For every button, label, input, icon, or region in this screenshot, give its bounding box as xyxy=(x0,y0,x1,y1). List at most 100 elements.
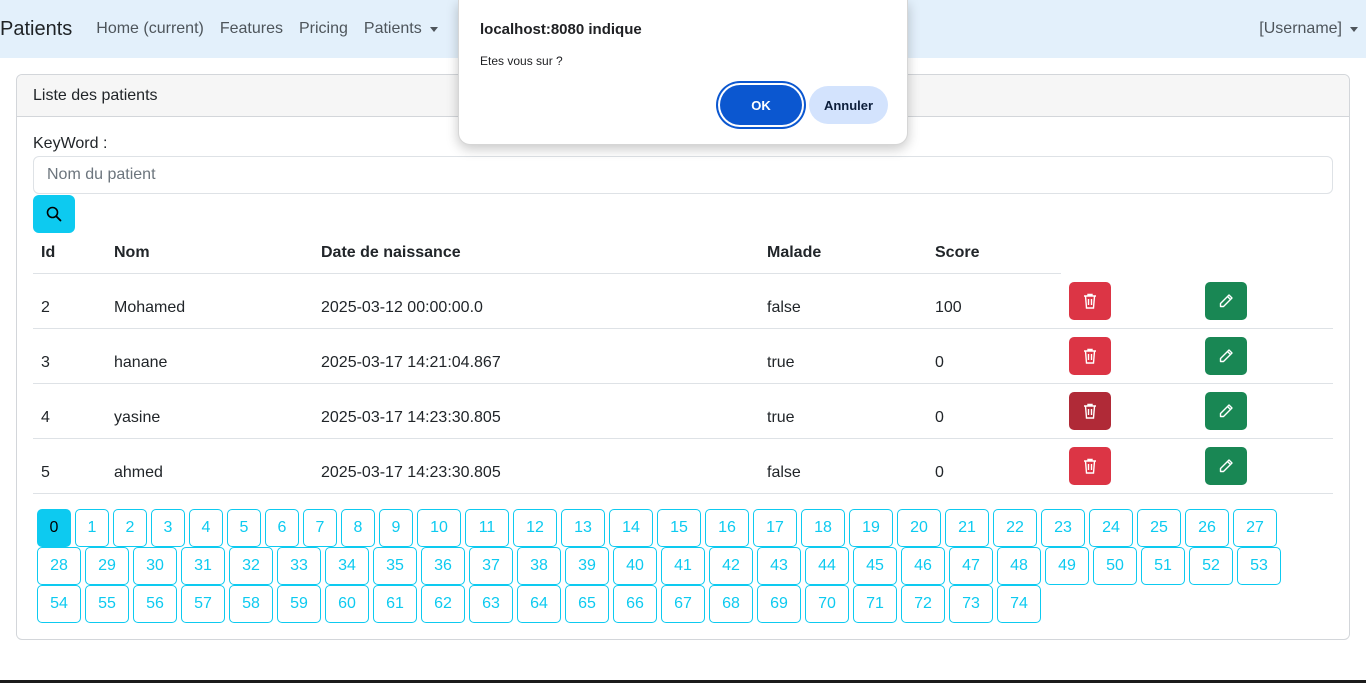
trash-icon xyxy=(1084,403,1096,419)
page-button[interactable]: 63 xyxy=(469,585,513,623)
nav-home[interactable]: Home (current) xyxy=(88,20,212,38)
page-button[interactable]: 44 xyxy=(805,547,849,585)
page-button[interactable]: 49 xyxy=(1045,547,1089,585)
page-button[interactable]: 47 xyxy=(949,547,993,585)
page-button[interactable]: 72 xyxy=(901,585,945,623)
edit-button[interactable] xyxy=(1205,446,1247,485)
page-button[interactable]: 8 xyxy=(341,509,375,547)
page-button[interactable]: 43 xyxy=(757,547,801,585)
cell-id: 5 xyxy=(41,463,50,481)
page-button[interactable]: 35 xyxy=(373,547,417,585)
page-button[interactable]: 27 xyxy=(1233,509,1277,547)
page-button[interactable]: 4 xyxy=(189,509,223,547)
page-button[interactable]: 71 xyxy=(853,585,897,623)
page-button[interactable]: 51 xyxy=(1141,547,1185,585)
page-button[interactable]: 20 xyxy=(897,509,941,547)
page-button[interactable]: 17 xyxy=(753,509,797,547)
page-button[interactable]: 28 xyxy=(37,547,81,585)
page-button[interactable]: 24 xyxy=(1089,509,1133,547)
page-button[interactable]: 69 xyxy=(757,585,801,623)
page-button[interactable]: 53 xyxy=(1237,547,1281,585)
page-button[interactable]: 34 xyxy=(325,547,369,585)
page-button[interactable]: 37 xyxy=(469,547,513,585)
nav-features[interactable]: Features xyxy=(212,20,291,38)
page-button[interactable]: 11 xyxy=(465,509,509,547)
page-button[interactable]: 31 xyxy=(181,547,225,585)
page-button[interactable]: 67 xyxy=(661,585,705,623)
page-button[interactable]: 9 xyxy=(379,509,413,547)
page-button[interactable]: 23 xyxy=(1041,509,1085,547)
page-button[interactable]: 48 xyxy=(997,547,1041,585)
page-button[interactable]: 42 xyxy=(709,547,753,585)
delete-button[interactable] xyxy=(1069,446,1111,485)
page-button[interactable]: 64 xyxy=(517,585,561,623)
page-button[interactable]: 6 xyxy=(265,509,299,547)
search-button[interactable] xyxy=(33,195,75,233)
page-button[interactable]: 65 xyxy=(565,585,609,623)
page-button[interactable]: 22 xyxy=(993,509,1037,547)
patients-table: Id Nom Date de naissance Malade Score 2 … xyxy=(33,233,1333,494)
delete-button[interactable] xyxy=(1069,281,1111,320)
page-button[interactable]: 12 xyxy=(513,509,557,547)
page-button[interactable]: 15 xyxy=(657,509,701,547)
page-button[interactable]: 61 xyxy=(373,585,417,623)
page-button[interactable]: 13 xyxy=(561,509,605,547)
page-button[interactable]: 68 xyxy=(709,585,753,623)
page-button[interactable]: 73 xyxy=(949,585,993,623)
page-button[interactable]: 50 xyxy=(1093,547,1137,585)
page-button[interactable]: 16 xyxy=(705,509,749,547)
page-button[interactable]: 14 xyxy=(609,509,653,547)
delete-button[interactable] xyxy=(1069,391,1111,430)
page-button[interactable]: 1 xyxy=(75,509,109,547)
page-button[interactable]: 21 xyxy=(945,509,989,547)
delete-button[interactable] xyxy=(1069,336,1111,375)
page-button[interactable]: 55 xyxy=(85,585,129,623)
page-button[interactable]: 52 xyxy=(1189,547,1233,585)
page-button[interactable]: 0 xyxy=(37,509,71,547)
page-button[interactable]: 18 xyxy=(801,509,845,547)
edit-button[interactable] xyxy=(1205,281,1247,320)
page-button[interactable]: 74 xyxy=(997,585,1041,623)
page-button[interactable]: 39 xyxy=(565,547,609,585)
cell-nom: ahmed xyxy=(114,463,163,481)
page-button[interactable]: 40 xyxy=(613,547,657,585)
page-button[interactable]: 30 xyxy=(133,547,177,585)
page-button[interactable]: 58 xyxy=(229,585,273,623)
page-button[interactable]: 57 xyxy=(181,585,225,623)
edit-button[interactable] xyxy=(1205,336,1247,375)
cell-delete xyxy=(1061,328,1197,383)
page-button[interactable]: 70 xyxy=(805,585,849,623)
page-button[interactable]: 66 xyxy=(613,585,657,623)
page-button[interactable]: 3 xyxy=(151,509,185,547)
page-button[interactable]: 38 xyxy=(517,547,561,585)
page-button[interactable]: 7 xyxy=(303,509,337,547)
user-dropdown[interactable]: [Username] xyxy=(1259,0,1358,58)
search-input[interactable] xyxy=(33,156,1333,194)
nav-patients-dropdown[interactable]: Patients xyxy=(356,20,446,38)
nav-pricing[interactable]: Pricing xyxy=(291,20,356,38)
page-button[interactable]: 19 xyxy=(849,509,893,547)
page-button[interactable]: 46 xyxy=(901,547,945,585)
trash-icon xyxy=(1084,293,1096,309)
page-button[interactable]: 26 xyxy=(1185,509,1229,547)
page-button[interactable]: 2 xyxy=(113,509,147,547)
page-button[interactable]: 36 xyxy=(421,547,465,585)
page-button[interactable]: 10 xyxy=(417,509,461,547)
col-malade: Malade xyxy=(767,243,822,261)
page-button[interactable]: 54 xyxy=(37,585,81,623)
page-button[interactable]: 29 xyxy=(85,547,129,585)
edit-button[interactable] xyxy=(1205,391,1247,430)
page-button[interactable]: 60 xyxy=(325,585,369,623)
page-button[interactable]: 59 xyxy=(277,585,321,623)
dialog-cancel-button[interactable]: Annuler xyxy=(809,86,888,124)
page-button[interactable]: 25 xyxy=(1137,509,1181,547)
page-button[interactable]: 5 xyxy=(227,509,261,547)
navbar-brand[interactable]: Patients xyxy=(0,18,72,41)
page-button[interactable]: 56 xyxy=(133,585,177,623)
page-button[interactable]: 32 xyxy=(229,547,273,585)
dialog-ok-button[interactable]: OK xyxy=(720,85,802,125)
page-button[interactable]: 45 xyxy=(853,547,897,585)
page-button[interactable]: 62 xyxy=(421,585,465,623)
page-button[interactable]: 33 xyxy=(277,547,321,585)
page-button[interactable]: 41 xyxy=(661,547,705,585)
